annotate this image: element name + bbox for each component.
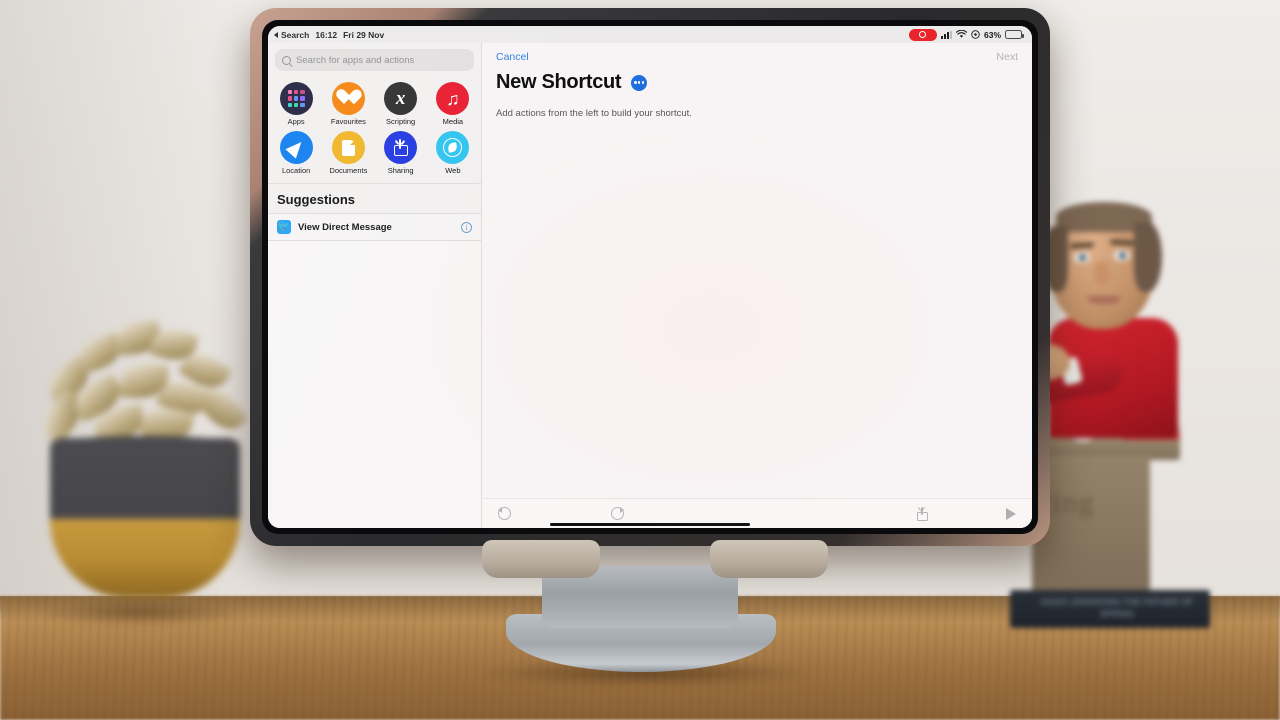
figurine-base-text: HUGO JOHNSONS THE FATHER OF SPRING xyxy=(1040,597,1194,619)
search-input[interactable]: Search for apps and actions xyxy=(275,49,474,71)
share-icon xyxy=(384,131,418,164)
category-label: Scripting xyxy=(386,117,416,126)
device-bezel: Search 16:12 Fri 29 Nov 63% Search for a… xyxy=(262,20,1038,534)
search-placeholder: Search for apps and actions xyxy=(296,54,415,66)
search-icon xyxy=(282,55,291,65)
record-icon[interactable] xyxy=(908,28,937,41)
plant-shadow xyxy=(40,600,240,626)
stand-pad-left xyxy=(482,540,600,578)
home-indicator[interactable] xyxy=(550,522,750,526)
twitter-icon: 🐦 xyxy=(277,220,291,234)
status-bar-left: Search 16:12 Fri 29 Nov xyxy=(274,30,384,40)
x-variable-icon: x xyxy=(384,82,418,115)
cellular-bars-icon xyxy=(940,30,952,39)
category-label: Location xyxy=(281,166,311,175)
category-scripting[interactable]: x Scripting xyxy=(375,82,427,126)
play-icon[interactable] xyxy=(1006,507,1016,520)
suggestions-header: Suggestions xyxy=(268,184,481,214)
sidebar: Search for apps and actions Apps Favouri… xyxy=(268,43,482,528)
category-label: Favourites xyxy=(330,117,366,126)
status-date: Fri 29 Nov xyxy=(343,29,385,40)
device-screen[interactable]: Search 16:12 Fri 29 Nov 63% Search for a… xyxy=(268,26,1032,528)
navigation-arrow-icon xyxy=(279,131,313,164)
apps-grid-icon xyxy=(279,82,313,115)
status-bar-right: 63% xyxy=(908,28,1024,41)
ipad-stand xyxy=(470,540,840,700)
wifi-icon xyxy=(955,30,967,38)
category-sharing[interactable]: Sharing xyxy=(375,131,427,175)
category-documents[interactable]: Documents xyxy=(322,131,374,175)
main-toolbar: Cancel Next xyxy=(482,43,1032,65)
share-icon[interactable] xyxy=(917,506,928,521)
category-label: Web xyxy=(445,166,461,175)
battery-icon xyxy=(1005,30,1024,39)
podium-text: ring xyxy=(1042,486,1095,519)
status-back-label[interactable]: Search xyxy=(281,30,309,40)
category-media[interactable]: ♫ Media xyxy=(427,82,479,126)
empty-state-message: Add actions from the left to build your … xyxy=(496,108,692,119)
suggestion-label: View Direct Message xyxy=(298,221,392,233)
app-body: Search for apps and actions Apps Favouri… xyxy=(268,43,1032,528)
category-apps[interactable]: Apps xyxy=(270,82,322,126)
category-favourites[interactable]: Favourites xyxy=(322,82,374,126)
stand-pad-right xyxy=(710,540,828,578)
undo-icon[interactable] xyxy=(498,507,511,520)
search-container: Search for apps and actions xyxy=(268,43,481,78)
category-web[interactable]: Web xyxy=(427,131,479,175)
shortcut-canvas[interactable] xyxy=(482,119,1032,498)
battery-percent-label: 63% xyxy=(983,29,1001,40)
page-title[interactable]: New Shortcut xyxy=(496,71,622,94)
rotation-lock-icon xyxy=(971,30,980,39)
compass-icon xyxy=(436,131,470,164)
back-arrow-icon[interactable] xyxy=(274,31,278,38)
sidebar-empty-area xyxy=(268,241,481,528)
category-label: Sharing xyxy=(387,166,414,175)
status-time: 16:12 xyxy=(315,29,338,40)
category-grid: Apps Favourites x Scripting ♫ Media Loca… xyxy=(268,78,481,184)
ipad-device: Search 16:12 Fri 29 Nov 63% Search for a… xyxy=(250,8,1050,546)
photo-scene: ring HUGO JOHNSONS THE FATHER OF SPRING xyxy=(0,0,1280,720)
main-panel: Cancel Next New Shortcut Add actions fro… xyxy=(482,43,1032,528)
more-options-icon[interactable] xyxy=(631,74,648,91)
suggestion-item-view-direct-message[interactable]: 🐦 View Direct Message i xyxy=(268,214,481,241)
category-label: Documents xyxy=(329,166,368,175)
music-note-icon: ♫ xyxy=(436,82,470,115)
status-bar: Search 16:12 Fri 29 Nov 63% xyxy=(268,26,1032,43)
redo-icon[interactable] xyxy=(611,507,624,520)
category-location[interactable]: Location xyxy=(270,131,322,175)
category-label: Apps xyxy=(287,117,305,126)
potted-plant xyxy=(20,290,270,610)
heart-icon xyxy=(331,82,365,115)
next-button[interactable]: Next xyxy=(996,51,1018,63)
info-icon[interactable]: i xyxy=(461,221,472,233)
title-row: New Shortcut xyxy=(482,65,1032,94)
document-icon xyxy=(331,131,365,164)
category-label: Media xyxy=(442,117,464,126)
cancel-button[interactable]: Cancel xyxy=(496,51,529,63)
